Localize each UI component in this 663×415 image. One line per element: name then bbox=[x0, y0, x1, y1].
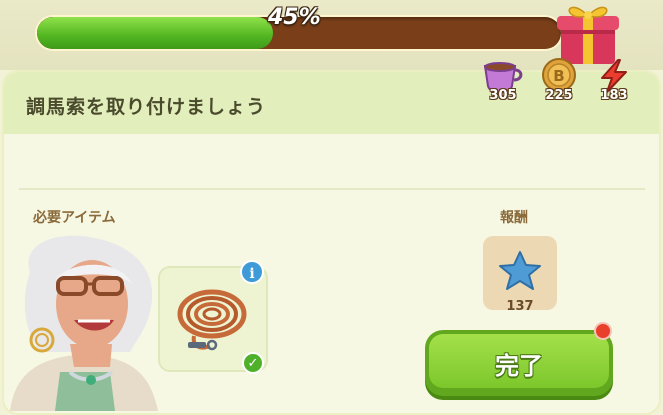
info-icon[interactable]: i bbox=[240, 260, 264, 284]
reward-label: 報酬 bbox=[500, 210, 528, 226]
gift-box-icon[interactable] bbox=[553, 0, 623, 66]
required-items-label: 必要アイテム bbox=[33, 210, 116, 226]
progress-percent: 45% bbox=[268, 5, 321, 30]
coin-count: 225 bbox=[545, 88, 573, 103]
task-title: 調馬索を取り付けましょう bbox=[26, 96, 267, 118]
character-portrait bbox=[10, 235, 158, 411]
divider bbox=[19, 188, 645, 190]
progress-fill bbox=[37, 17, 273, 49]
complete-button-label: 完了 bbox=[495, 352, 543, 380]
complete-button[interactable]: 完了 bbox=[425, 330, 613, 396]
resource-tea: 305 bbox=[481, 58, 525, 110]
reward-count: 137 bbox=[506, 299, 534, 314]
blue-star-icon bbox=[499, 251, 541, 290]
complete-button-face: 完了 bbox=[429, 334, 609, 388]
check-icon: ✓ bbox=[242, 352, 264, 374]
tea-count: 305 bbox=[489, 88, 517, 103]
notification-dot bbox=[594, 322, 612, 340]
svg-text:B: B bbox=[553, 67, 564, 85]
resource-coin: B 225 bbox=[537, 58, 581, 110]
resource-energy: 183 bbox=[592, 58, 636, 110]
energy-count: 183 bbox=[600, 88, 628, 103]
